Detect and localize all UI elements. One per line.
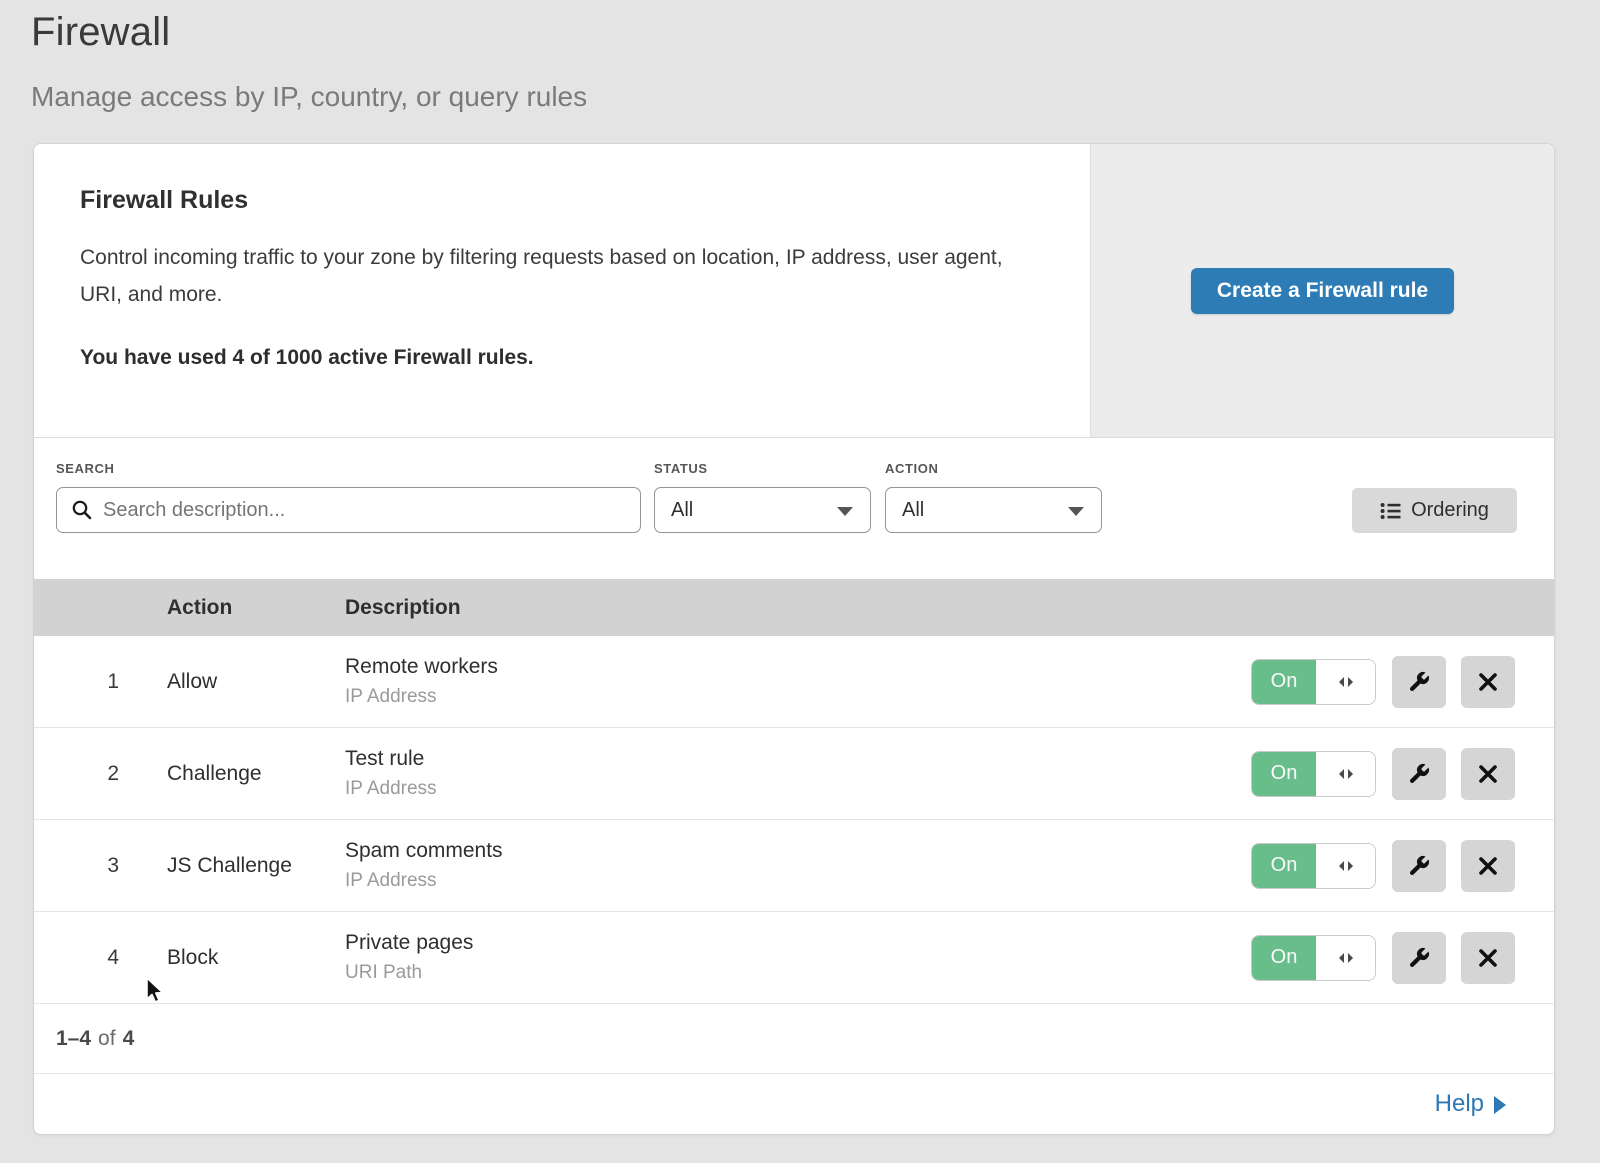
- delete-rule-button[interactable]: [1461, 932, 1515, 984]
- firewall-rules-card: Firewall Rules Control incoming traffic …: [33, 143, 1555, 1135]
- search-icon: [71, 499, 93, 521]
- rule-controls: On: [1251, 748, 1554, 800]
- ordering-list-icon: [1380, 501, 1401, 521]
- left-right-arrows-icon: [1316, 844, 1375, 888]
- close-icon: [1478, 948, 1498, 968]
- left-right-arrows-icon: [1316, 660, 1375, 704]
- rule-controls: On: [1251, 932, 1554, 984]
- close-icon: [1478, 856, 1498, 876]
- rule-enabled-toggle[interactable]: On: [1251, 935, 1376, 981]
- pagination-of: of: [98, 1027, 116, 1051]
- toggle-on-label: On: [1252, 660, 1316, 704]
- action-selected-value: All: [902, 499, 924, 522]
- chevron-down-icon: [837, 507, 853, 516]
- pagination: 1–4 of 4: [34, 1004, 1554, 1074]
- table-row: 3 JS Challenge Spam comments IP Address …: [34, 820, 1554, 912]
- rule-action: Challenge: [167, 762, 345, 786]
- rule-controls: On: [1251, 840, 1554, 892]
- toggle-on-label: On: [1252, 936, 1316, 980]
- page-subtitle: Manage access by IP, country, or query r…: [31, 81, 1600, 113]
- rule-match-type: URI Path: [345, 962, 1251, 984]
- table-row: 2 Challenge Test rule IP Address On: [34, 728, 1554, 820]
- status-select[interactable]: All: [654, 487, 871, 533]
- edit-rule-button[interactable]: [1392, 748, 1446, 800]
- rule-priority: 2: [34, 762, 119, 786]
- rule-description-cell: Spam comments IP Address: [345, 839, 1251, 892]
- rule-description-cell: Test rule IP Address: [345, 747, 1251, 800]
- edit-rule-button[interactable]: [1392, 932, 1446, 984]
- rule-enabled-toggle[interactable]: On: [1251, 751, 1376, 797]
- left-right-arrows-icon: [1316, 752, 1375, 796]
- rules-card-title: Firewall Rules: [80, 186, 1050, 215]
- status-label: STATUS: [654, 461, 871, 476]
- page-title: Firewall: [31, 10, 1600, 55]
- delete-rule-button[interactable]: [1461, 748, 1515, 800]
- pagination-total: 4: [123, 1027, 135, 1051]
- rule-description: Remote workers: [345, 655, 1251, 679]
- toggle-on-label: On: [1252, 752, 1316, 796]
- column-description: Description: [345, 596, 1554, 620]
- rule-action: Allow: [167, 670, 345, 694]
- rule-enabled-toggle[interactable]: On: [1251, 659, 1376, 705]
- rule-description: Private pages: [345, 931, 1251, 955]
- help-row: Help: [34, 1074, 1554, 1134]
- search-box[interactable]: [56, 487, 641, 533]
- ordering-button-label: Ordering: [1411, 499, 1489, 522]
- rule-action: JS Challenge: [167, 854, 345, 878]
- rule-priority: 1: [34, 670, 119, 694]
- wrench-icon: [1407, 762, 1431, 786]
- delete-rule-button[interactable]: [1461, 656, 1515, 708]
- page-header: Firewall Manage access by IP, country, o…: [0, 0, 1600, 113]
- create-firewall-rule-button[interactable]: Create a Firewall rule: [1191, 268, 1454, 314]
- rules-card-description: Control incoming traffic to your zone by…: [80, 239, 1030, 313]
- pagination-range: 1–4: [56, 1027, 91, 1051]
- table-header: Action Description: [34, 579, 1554, 636]
- arrow-right-icon: [1494, 1096, 1506, 1114]
- rule-description: Test rule: [345, 747, 1251, 771]
- edit-rule-button[interactable]: [1392, 656, 1446, 708]
- rules-intro-section: Firewall Rules Control incoming traffic …: [34, 144, 1554, 438]
- help-link-label: Help: [1435, 1090, 1484, 1118]
- wrench-icon: [1407, 946, 1431, 970]
- delete-rule-button[interactable]: [1461, 840, 1515, 892]
- column-action: Action: [167, 596, 345, 620]
- filter-bar: SEARCH STATUS All ACTION All: [34, 438, 1554, 579]
- ordering-button[interactable]: Ordering: [1352, 488, 1517, 533]
- wrench-icon: [1407, 854, 1431, 878]
- rule-controls: On: [1251, 656, 1554, 708]
- search-label: SEARCH: [56, 461, 641, 476]
- table-row: 1 Allow Remote workers IP Address On: [34, 636, 1554, 728]
- rules-usage-text: You have used 4 of 1000 active Firewall …: [80, 346, 1050, 370]
- close-icon: [1478, 764, 1498, 784]
- create-rule-panel: Create a Firewall rule: [1090, 144, 1554, 437]
- rule-match-type: IP Address: [345, 870, 1251, 892]
- rule-match-type: IP Address: [345, 778, 1251, 800]
- action-filter-group: ACTION All: [885, 461, 1102, 579]
- search-filter-group: SEARCH: [56, 461, 641, 579]
- toggle-on-label: On: [1252, 844, 1316, 888]
- help-link[interactable]: Help: [1435, 1090, 1506, 1118]
- rule-match-type: IP Address: [345, 686, 1251, 708]
- status-filter-group: STATUS All: [654, 461, 871, 579]
- rule-priority: 3: [34, 854, 119, 878]
- rule-description-cell: Remote workers IP Address: [345, 655, 1251, 708]
- rule-description-cell: Private pages URI Path: [345, 931, 1251, 984]
- search-input[interactable]: [103, 499, 626, 522]
- rules-intro-text: Firewall Rules Control incoming traffic …: [34, 144, 1090, 437]
- table-row: 4 Block Private pages URI Path On: [34, 912, 1554, 1004]
- rule-enabled-toggle[interactable]: On: [1251, 843, 1376, 889]
- action-select[interactable]: All: [885, 487, 1102, 533]
- edit-rule-button[interactable]: [1392, 840, 1446, 892]
- wrench-icon: [1407, 670, 1431, 694]
- close-icon: [1478, 672, 1498, 692]
- rule-action: Block: [167, 946, 345, 970]
- rule-description: Spam comments: [345, 839, 1251, 863]
- left-right-arrows-icon: [1316, 936, 1375, 980]
- action-label: ACTION: [885, 461, 1102, 476]
- rule-priority: 4: [34, 946, 119, 970]
- status-selected-value: All: [671, 499, 693, 522]
- chevron-down-icon: [1068, 507, 1084, 516]
